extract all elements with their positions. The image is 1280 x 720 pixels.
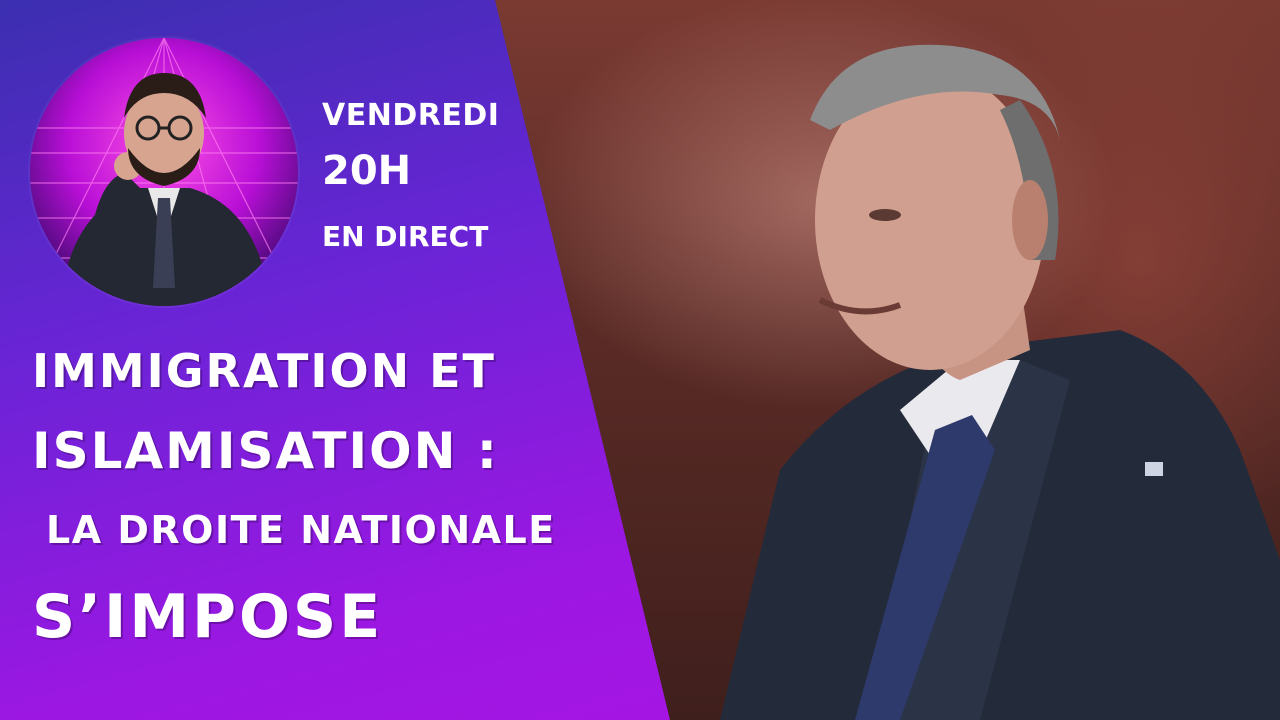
broadcast-time: 20H bbox=[322, 148, 412, 194]
speaker-photo bbox=[720, 44, 1280, 720]
headline-line-1: IMMIGRATION ET bbox=[32, 344, 496, 398]
headline-line-2: ISLAMISATION : bbox=[32, 422, 499, 480]
broadcast-mode: EN DIRECT bbox=[322, 220, 489, 253]
avatar-illustration bbox=[30, 38, 298, 306]
headline-line-4: S’IMPOSE bbox=[32, 582, 384, 652]
headline-line-3: LA DROITE NATIONALE bbox=[46, 508, 556, 552]
host-avatar bbox=[30, 38, 298, 306]
broadcast-day: VENDREDI bbox=[322, 98, 500, 133]
